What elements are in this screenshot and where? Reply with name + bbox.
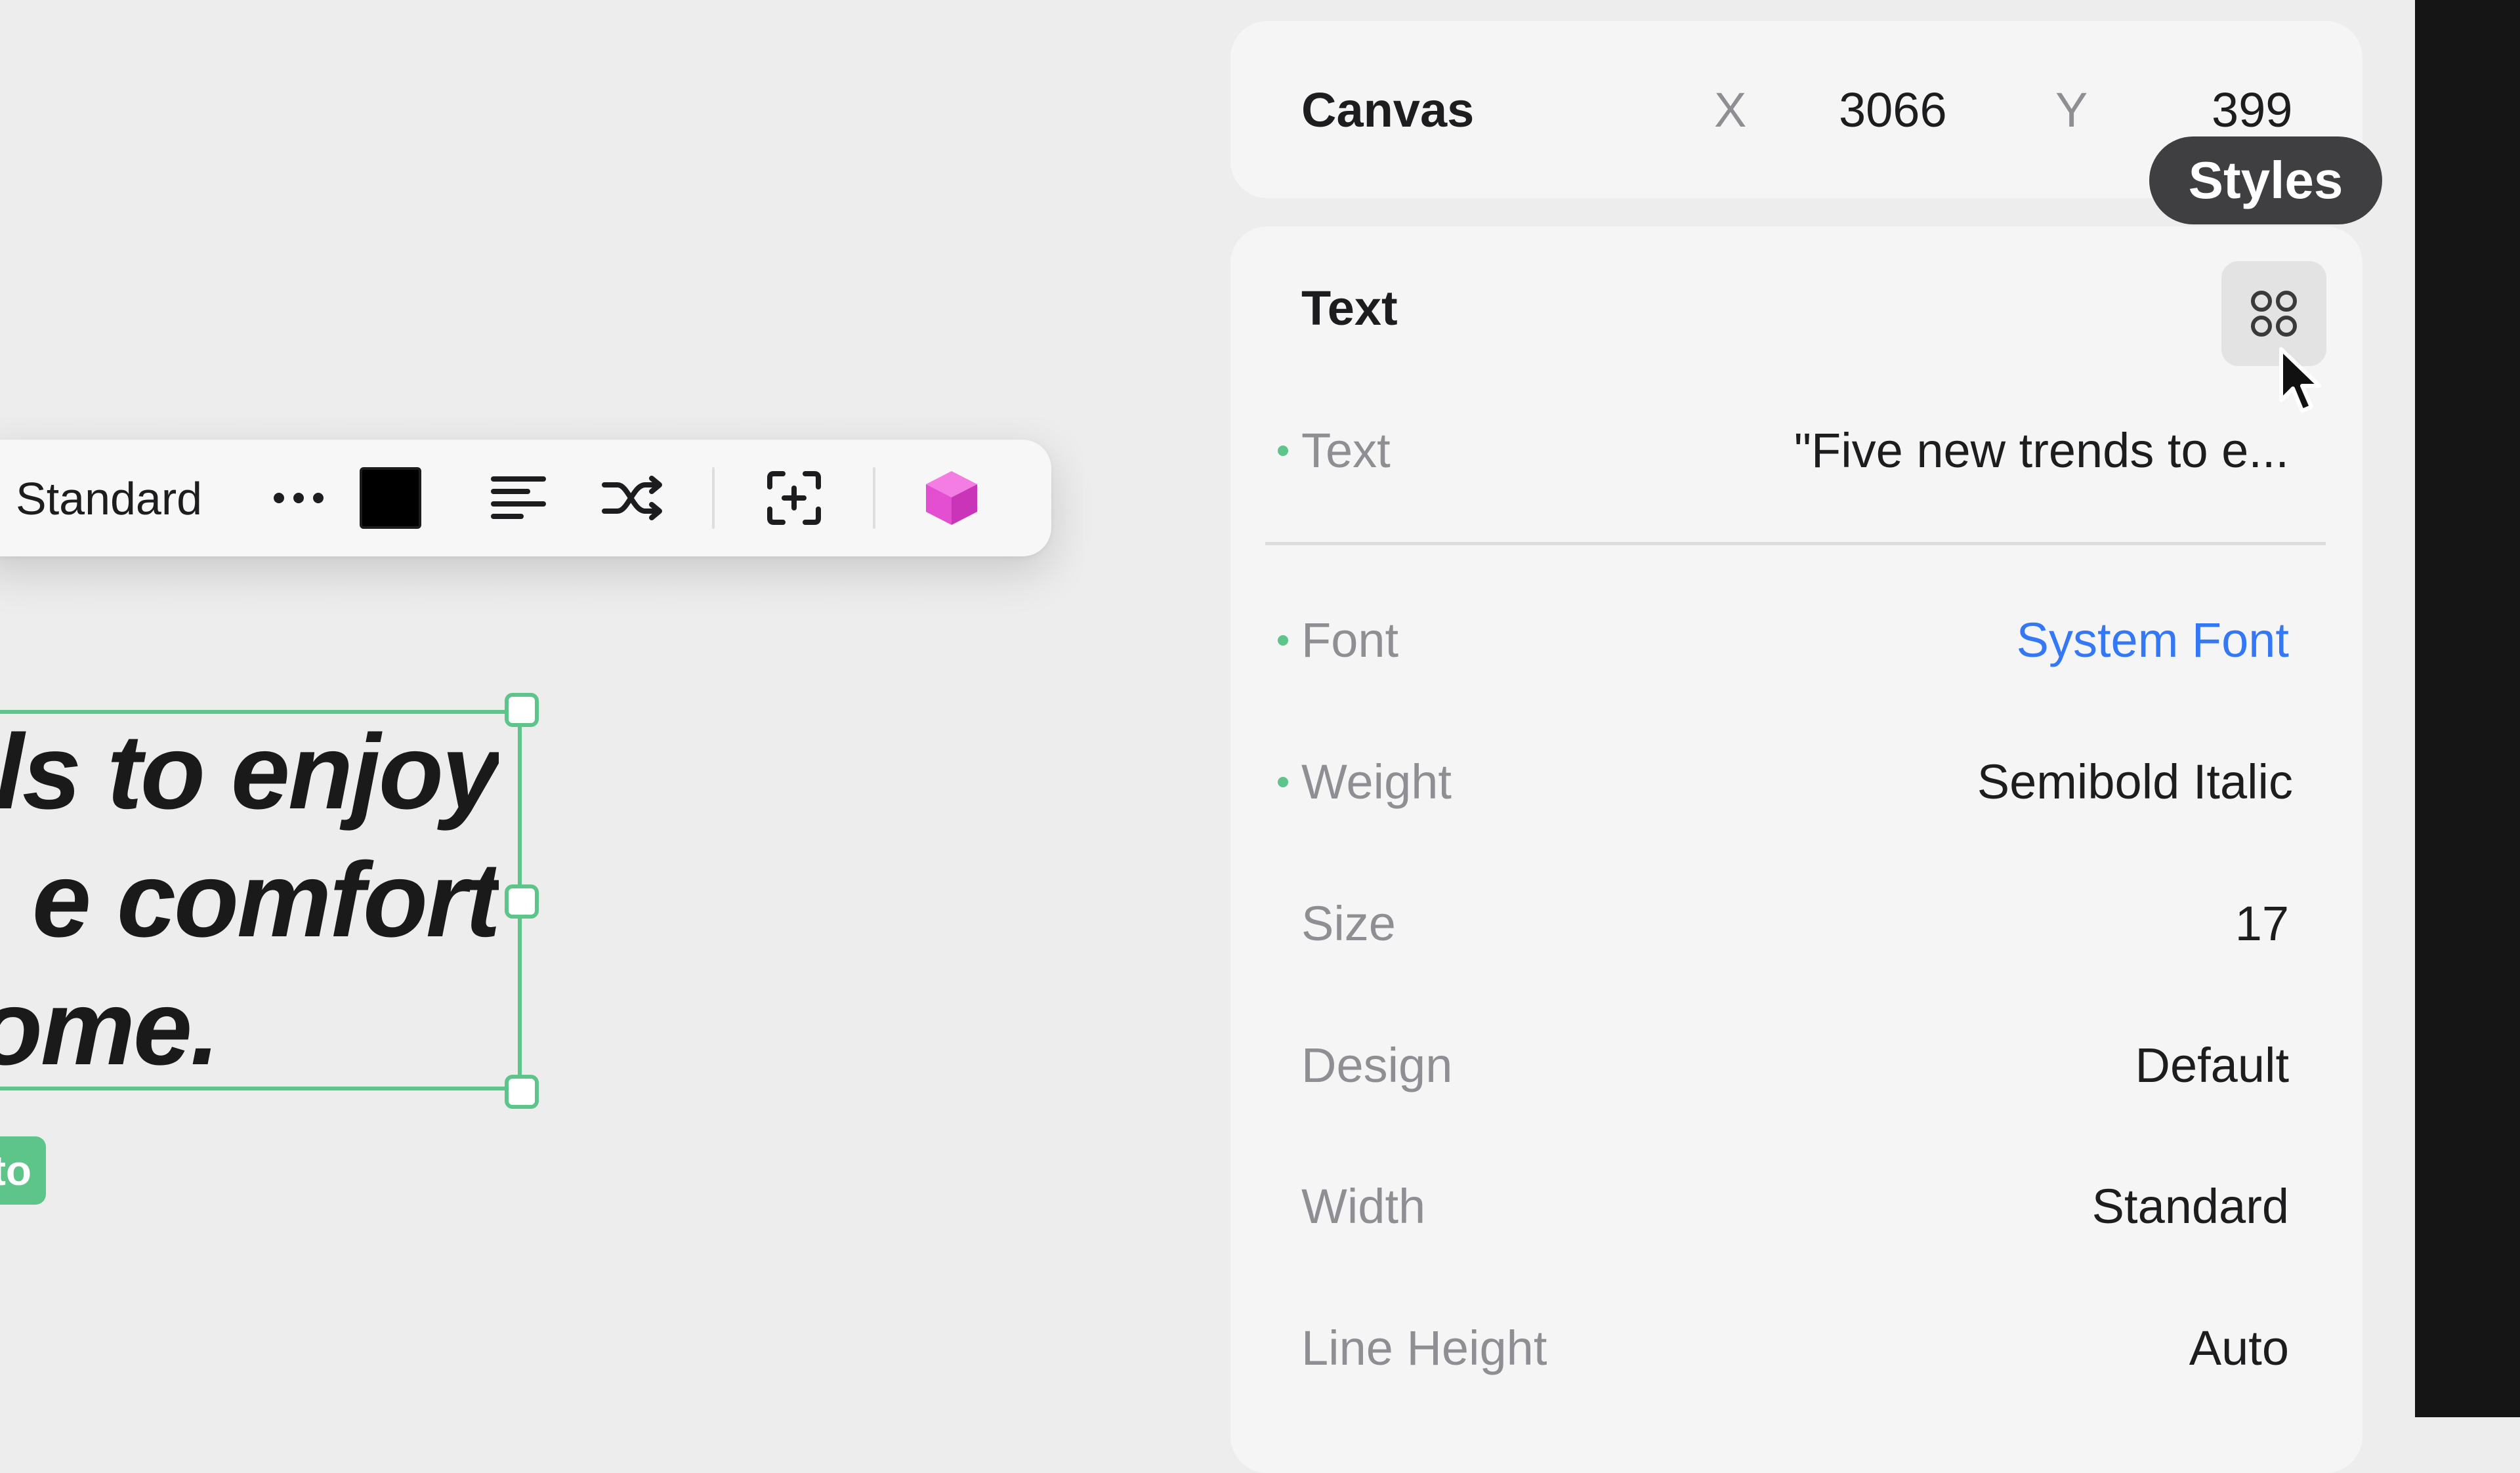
styles-tooltip: Styles — [2149, 136, 2382, 224]
property-label: Width — [1301, 1179, 1426, 1234]
add-frame-icon — [767, 471, 821, 525]
x-value-field[interactable]: 3066 — [1839, 84, 1947, 136]
section-title: Text — [1301, 281, 1398, 335]
property-row-size[interactable]: Size 17 — [1230, 884, 2362, 963]
add-frame-button[interactable] — [751, 462, 837, 534]
font-picker-link[interactable]: System Font — [2017, 614, 2289, 667]
property-row-font[interactable]: Font System Font — [1230, 601, 2362, 680]
property-label: Size — [1301, 896, 1396, 951]
property-row-width[interactable]: Width Standard — [1230, 1167, 2362, 1246]
more-options-button[interactable] — [256, 462, 341, 534]
property-row-text[interactable]: Text "Five new trends to e... — [1230, 411, 2362, 490]
section-divider — [1265, 542, 2326, 545]
text-toolbar: Standard — [0, 440, 1051, 556]
property-value[interactable]: Semibold Italic — [1977, 756, 2293, 808]
resize-handle-right[interactable] — [505, 884, 539, 919]
property-row-design[interactable]: Design Default — [1230, 1026, 2362, 1105]
property-row-weight[interactable]: Weight Semibold Italic — [1230, 743, 2362, 821]
resize-handle-top-right[interactable] — [505, 693, 539, 727]
property-label: Design — [1301, 1038, 1453, 1092]
y-value-field[interactable]: 399 — [2212, 84, 2292, 136]
property-label: Line Height — [1301, 1321, 1547, 1375]
modified-indicator — [1278, 635, 1288, 646]
text-color-button[interactable] — [354, 462, 427, 534]
text-color-swatch — [360, 467, 421, 529]
property-value[interactable]: 17 — [2235, 898, 2289, 950]
window-edge — [2415, 0, 2520, 1417]
position-title: Canvas — [1301, 83, 1475, 137]
property-value[interactable]: Auto — [2189, 1322, 2289, 1375]
property-label: Font — [1301, 613, 1399, 667]
shuffle-icon — [602, 476, 662, 520]
property-label: Text — [1301, 423, 1391, 478]
shuffle-button[interactable] — [591, 462, 676, 534]
styles-grid-icon — [2251, 291, 2297, 337]
text-align-left-icon — [491, 476, 546, 519]
toolbar-separator — [712, 467, 715, 529]
toolbar-separator — [873, 467, 875, 529]
modified-indicator — [1278, 777, 1288, 787]
width-style-dropdown[interactable]: Standard — [16, 472, 202, 525]
property-value[interactable]: Standard — [2092, 1180, 2289, 1233]
y-label: Y — [2055, 83, 2088, 137]
modified-indicator — [1278, 446, 1288, 456]
selection-outline — [0, 710, 522, 1090]
x-label: X — [1714, 83, 1747, 137]
property-label: Weight — [1301, 755, 1452, 809]
resize-handle-bottom-right[interactable] — [505, 1075, 539, 1109]
mouse-pointer-icon — [2279, 347, 2321, 413]
text-align-button[interactable] — [479, 462, 558, 534]
property-row-line-height[interactable]: Line Height Auto — [1230, 1309, 2362, 1388]
property-value[interactable]: "Five new trends to e... — [1794, 425, 2289, 477]
layer-name-chip[interactable]: to — [0, 1136, 46, 1205]
component-button[interactable] — [909, 462, 994, 534]
property-value[interactable]: Default — [2135, 1039, 2289, 1092]
ellipsis-icon — [274, 493, 324, 503]
cube-icon — [926, 471, 977, 525]
